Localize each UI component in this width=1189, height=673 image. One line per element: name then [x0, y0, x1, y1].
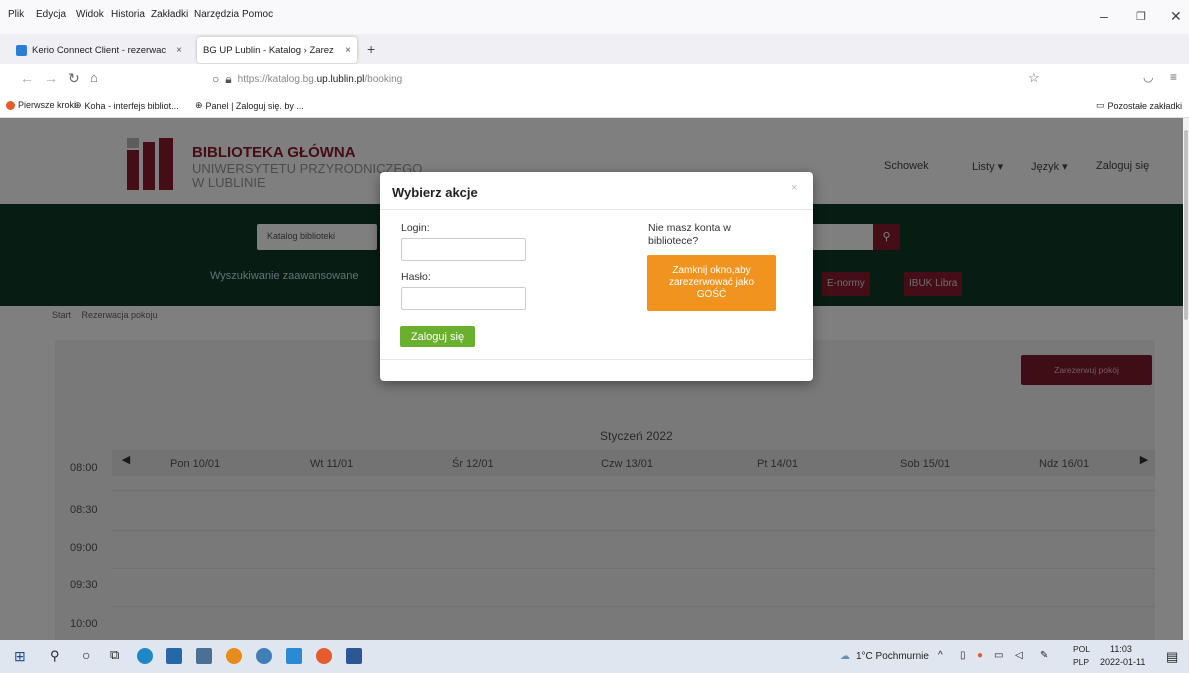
firefox-icon[interactable]: [316, 648, 332, 664]
taskbar: ⊞ ⚲ ○ ⧉ ☁ 1°C Pochmurnie ^ ▯ ● ▭ ◁ ✎ POL…: [0, 640, 1189, 673]
home-icon[interactable]: ⌂: [90, 70, 98, 85]
mail-icon: [16, 44, 27, 56]
tab-label: BG UP Lublin - Katalog › Zarez: [203, 44, 334, 56]
chevron-up-icon[interactable]: ^: [938, 650, 943, 661]
bookmark-koha[interactable]: ⊕ Koha - interfejs bibliot...: [74, 100, 179, 111]
weather-text[interactable]: 1°C Pochmurnie: [856, 651, 929, 662]
divider: [380, 359, 813, 360]
menu-tools[interactable]: Narzędzia: [194, 9, 239, 20]
tab-close-icon[interactable]: ×: [176, 45, 182, 56]
minimize-icon[interactable]: –: [1100, 8, 1108, 24]
notification-icon[interactable]: ▤: [1166, 649, 1178, 665]
bookmark-label: Panel | Zaloguj się. by ...: [205, 100, 304, 111]
windows-start-icon[interactable]: ⊞: [14, 648, 26, 665]
firefox-icon: [6, 100, 15, 110]
tab-bar: Kerio Connect Client - rezerwac × BG UP …: [0, 34, 1189, 64]
menu-help[interactable]: Pomoc: [242, 9, 273, 20]
cloud-icon: ☁: [840, 651, 850, 662]
search-icon[interactable]: ⚲: [50, 648, 60, 664]
pen-icon[interactable]: ✎: [1040, 650, 1048, 661]
shield-icon: ○: [212, 72, 220, 86]
no-account-text: Nie masz konta w bibliotece?: [648, 222, 731, 247]
forward-icon[interactable]: →: [44, 70, 58, 86]
network-app-icon[interactable]: [256, 648, 272, 664]
tab-close-icon[interactable]: ×: [345, 45, 351, 56]
sun-app-icon[interactable]: [226, 648, 242, 664]
file-explorer-icon[interactable]: [166, 648, 182, 664]
new-tab-button[interactable]: +: [367, 41, 375, 57]
tab-kerio[interactable]: Kerio Connect Client - rezerwac ×: [10, 37, 188, 63]
menu-file[interactable]: Plik: [8, 9, 24, 20]
bookmark-other[interactable]: ▭ Pozostałe zakładki: [1096, 100, 1182, 111]
menu-bar: Plik Edycja Widok Historia Zakładki Narz…: [0, 0, 1189, 34]
tab-label: Kerio Connect Client - rezerwac: [32, 44, 167, 56]
bookmark-label: Pierwsze kroki: [18, 100, 77, 110]
divider: [380, 209, 813, 210]
word-icon[interactable]: [346, 648, 362, 664]
record-icon[interactable]: ●: [977, 650, 983, 661]
modal-title: Wybierz akcje: [392, 185, 478, 200]
modal-close-icon[interactable]: ×: [791, 182, 797, 194]
menu-bookmarks[interactable]: Zakładki: [151, 9, 188, 20]
back-icon[interactable]: ←: [20, 70, 34, 86]
star-icon[interactable]: ☆: [1028, 70, 1040, 86]
restore-icon[interactable]: ❐: [1136, 10, 1146, 23]
volume-icon[interactable]: ◁: [1015, 650, 1023, 661]
menu-history[interactable]: Historia: [111, 9, 145, 20]
folder-icon: ▭: [1096, 100, 1105, 110]
globe-icon: ⊕: [195, 100, 203, 110]
edge-icon[interactable]: [137, 648, 153, 664]
task-view-icon[interactable]: ⧉: [110, 647, 119, 663]
lock-icon: 🔒︎: [225, 71, 232, 86]
close-window-icon[interactable]: ✕: [1170, 8, 1182, 25]
action-modal: Wybierz akcje × Login: Hasło: Zaloguj si…: [380, 172, 813, 381]
nav-bar: ← → ↻ ⌂ ○ 🔒︎ https://katalog.bg.up.lubli…: [0, 64, 1189, 94]
battery-icon[interactable]: ▯: [960, 650, 966, 661]
bookmark-first-steps[interactable]: Pierwsze kroki: [6, 100, 76, 110]
bookmark-label: Koha - interfejs bibliot...: [84, 100, 179, 111]
password-label: Hasło:: [401, 271, 431, 283]
login-input[interactable]: [401, 238, 526, 261]
clock-time[interactable]: 11:03: [1110, 644, 1132, 654]
url-text: https://katalog.bg.up.lublin.pl/booking: [237, 73, 403, 85]
bookmark-panel[interactable]: ⊕ Panel | Zaloguj się. by ...: [195, 100, 304, 111]
pocket-icon[interactable]: ◡: [1143, 70, 1153, 84]
network-icon[interactable]: ▭: [994, 650, 1003, 661]
globe-icon: ⊕: [74, 100, 82, 110]
reload-icon[interactable]: ↻: [68, 70, 80, 87]
cortana-icon[interactable]: ○: [82, 647, 90, 663]
menu-edit[interactable]: Edycja: [36, 9, 66, 20]
guest-booking-button[interactable]: Zamknij okno,aby zarezerwować jako GOŚĆ: [647, 255, 776, 311]
lang-secondary[interactable]: PLP: [1073, 657, 1089, 667]
url-bar[interactable]: ○ 🔒︎ https://katalog.bg.up.lublin.pl/boo…: [212, 68, 1052, 90]
bookmarks-bar: Pierwsze kroki ⊕ Koha - interfejs biblio…: [0, 94, 1189, 118]
mail-icon[interactable]: [286, 648, 302, 664]
menu-icon[interactable]: ≡: [1170, 70, 1177, 84]
login-label: Login:: [401, 222, 430, 234]
page-content: BIBLIOTEKA GŁÓWNA UNIWERSYTETU PRZYRODNI…: [0, 118, 1183, 640]
tab-catalog[interactable]: BG UP Lublin - Katalog › Zarez ×: [197, 37, 357, 63]
password-input[interactable]: [401, 287, 526, 310]
clock-date[interactable]: 2022-01-11: [1100, 657, 1145, 667]
lang-primary[interactable]: POL: [1073, 644, 1090, 654]
bookmark-label: Pozostałe zakładki: [1107, 100, 1183, 111]
login-button[interactable]: Zaloguj się: [400, 326, 475, 347]
store-icon[interactable]: [196, 648, 212, 664]
menu-view[interactable]: Widok: [76, 9, 104, 20]
scrollbar-thumb[interactable]: [1184, 130, 1188, 320]
